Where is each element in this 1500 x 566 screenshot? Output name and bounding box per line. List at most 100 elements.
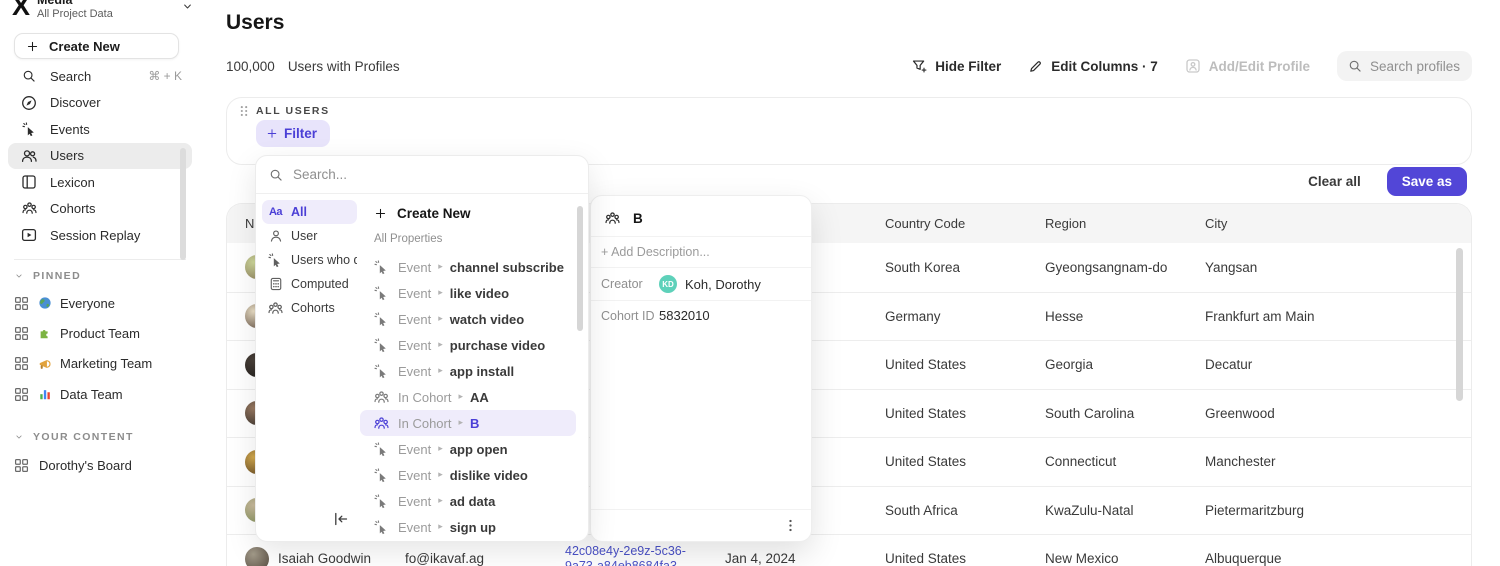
collapse-panel-icon[interactable] (332, 510, 350, 528)
country-cell: United States (867, 454, 1027, 469)
count-value: 100,000 (226, 59, 275, 74)
property-type-tabs: AaAllUserUsers who di...ComputedCohorts (256, 194, 360, 541)
dropdown-scrollbar[interactable] (577, 206, 583, 331)
property-tab-label: All (291, 205, 307, 219)
property-name: AA (470, 390, 489, 405)
pinned-board-label: Data Team (60, 387, 123, 402)
your-content-section-header[interactable]: YOUR CONTENT (14, 431, 134, 443)
sidebar-item-lexicon[interactable]: Lexicon (8, 169, 192, 196)
property-item-like-video[interactable]: Event▸like video (360, 280, 576, 306)
cohort-title: B (633, 211, 643, 226)
column-header-city[interactable]: City (1187, 216, 1471, 231)
creator-label: Creator (601, 277, 659, 291)
property-item-watch-video[interactable]: Event▸watch video (360, 306, 576, 332)
property-item-b[interactable]: In Cohort▸B (360, 410, 576, 436)
chevron-down-icon (181, 0, 194, 13)
chevron-down-icon (14, 271, 24, 281)
arrow-separator-icon: ▸ (438, 340, 443, 350)
arrow-separator-icon: ▸ (458, 392, 463, 402)
add-edit-profile-button[interactable]: Add/Edit Profile (1185, 58, 1310, 74)
cohorts-icon (21, 201, 37, 216)
sidebar-scrollbar[interactable] (180, 148, 186, 260)
drag-handle-icon[interactable] (237, 104, 251, 118)
plus-icon (374, 207, 387, 220)
cohorts-icon (605, 211, 620, 226)
cohort-id-row: Cohort ID 5832010 (591, 301, 811, 330)
property-item-sign-up[interactable]: Event▸sign up (360, 514, 576, 540)
property-name: app open (450, 442, 508, 457)
create-new-cohort-button[interactable]: Create New (360, 200, 588, 226)
property-tab-computed[interactable]: Computed (262, 272, 357, 296)
property-item-dislike-video[interactable]: Event▸dislike video (360, 462, 576, 488)
property-item-purchase-video[interactable]: Event▸purchase video (360, 332, 576, 358)
property-tab-user[interactable]: User (262, 224, 357, 248)
clear-all-button[interactable]: Clear all (1308, 174, 1361, 189)
board-label: Dorothy's Board (39, 458, 132, 473)
event-icon (374, 338, 389, 353)
pinned-board-everyone[interactable]: Everyone (8, 288, 192, 318)
event-icon (374, 364, 389, 379)
workspace-switcher[interactable]: X Media All Project Data (10, 0, 194, 21)
your-content-board[interactable]: Dorothy's Board (8, 450, 192, 480)
event-icon (374, 260, 389, 275)
add-filter-button[interactable]: Filter (256, 120, 330, 147)
sidebar-item-session-replay[interactable]: Session Replay (8, 222, 192, 249)
pinned-section-header[interactable]: PINNED (14, 270, 81, 282)
sidebar-divider (14, 259, 186, 260)
sidebar-item-discover[interactable]: Discover (8, 90, 192, 117)
pinned-board-product-team[interactable]: Product Team (8, 318, 192, 348)
dropdown-search-input[interactable]: Search... (256, 156, 588, 194)
chart-icon (38, 387, 52, 401)
region-cell: South Carolina (1027, 406, 1187, 421)
arrow-separator-icon: ▸ (438, 496, 443, 506)
sidebar-item-events[interactable]: Events (8, 116, 192, 143)
property-tab-users-who-di-[interactable]: Users who di... (262, 248, 357, 272)
users-icon (21, 148, 37, 164)
event-icon (374, 468, 389, 483)
sidebar-item-cohorts[interactable]: Cohorts (8, 196, 192, 223)
sidebar-item-users[interactable]: Users (8, 143, 192, 170)
board-icon (14, 296, 29, 311)
property-tab-all[interactable]: AaAll (262, 200, 357, 224)
property-tab-cohorts[interactable]: Cohorts (262, 296, 357, 320)
city-cell: Decatur (1187, 357, 1471, 372)
property-item-ad-data[interactable]: Event▸ad data (360, 488, 576, 514)
more-options-icon[interactable] (783, 518, 798, 533)
event-icon (374, 442, 389, 457)
column-header-region[interactable]: Region (1027, 216, 1187, 231)
cohorts-icon (268, 301, 283, 316)
cohort-id-label: Cohort ID (601, 309, 659, 323)
property-prefix: In Cohort (398, 390, 451, 405)
search-profiles-input[interactable]: Search profiles (1337, 51, 1472, 81)
property-item-aa[interactable]: In Cohort ▸ AA (360, 384, 576, 410)
pinned-board-marketing-team[interactable]: Marketing Team (8, 349, 192, 379)
property-item-app-install[interactable]: Event▸app install (360, 358, 576, 384)
property-item-channel-subscribe[interactable]: Event▸channel subscribe (360, 254, 576, 280)
hide-filter-button[interactable]: Hide Filter (912, 59, 1001, 74)
city-cell: Pietermaritzburg (1187, 503, 1471, 518)
sidebar-item-label: Search (50, 69, 91, 84)
property-prefix: Event (398, 520, 431, 535)
add-description-button[interactable]: + Add Description... (591, 237, 811, 268)
pinned-board-data-team[interactable]: Data Team (8, 379, 192, 409)
search-shortcut: ⌘ + K (148, 69, 182, 83)
city-cell: Frankfurt am Main (1187, 309, 1471, 324)
sidebar-nav: Search ⌘ + K DiscoverEventsUsersLexiconCoh… (8, 63, 192, 249)
property-picker-dropdown: Search... AaAllUserUsers who di...Comput… (255, 155, 589, 542)
distinct-id-link[interactable]: 42c08e4y-2e9z-5c36-9a73-a84eb8684fa3 (547, 544, 707, 566)
save-as-button[interactable]: Save as (1387, 167, 1467, 196)
column-header-country-code[interactable]: Country Code (867, 216, 1027, 231)
property-prefix: In Cohort (398, 416, 451, 431)
table-scrollbar[interactable] (1456, 248, 1463, 401)
filter-funnel-icon (912, 59, 927, 74)
property-name: app install (450, 364, 514, 379)
sidebar: X Media All Project Data Create New Sear… (0, 0, 200, 566)
property-item-app-open[interactable]: Event▸app open (360, 436, 576, 462)
app-logo-icon: X (12, 0, 29, 21)
edit-columns-button[interactable]: Edit Columns · 7 (1028, 59, 1158, 74)
sidebar-item-search[interactable]: Search ⌘ + K (8, 63, 192, 90)
pinned-list: EveryoneProduct TeamMarketing Team Data T… (8, 288, 192, 409)
create-new-button[interactable]: Create New (14, 33, 179, 59)
arrow-separator-icon: ▸ (438, 444, 443, 454)
region-cell: Georgia (1027, 357, 1187, 372)
